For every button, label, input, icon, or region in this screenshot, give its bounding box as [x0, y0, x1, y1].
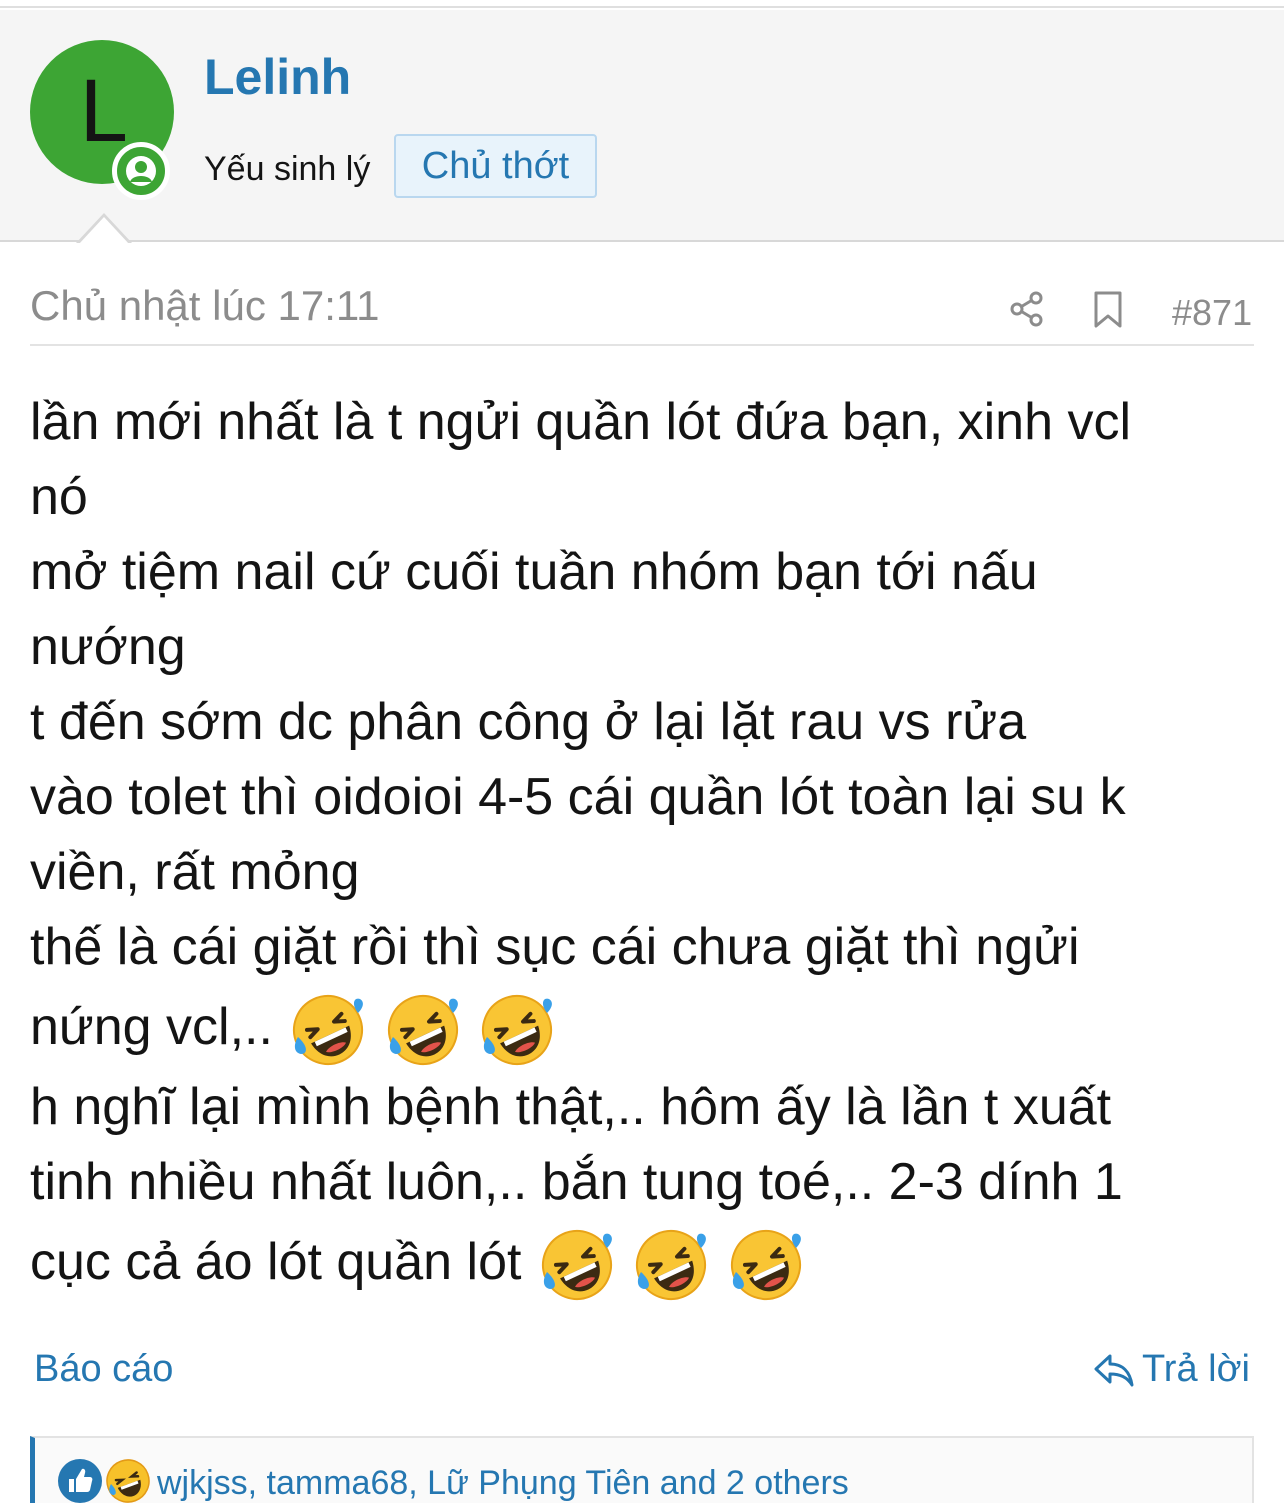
rolling-on-floor-laughing-icon	[387, 995, 458, 1066]
bookmark-icon[interactable]	[1092, 290, 1124, 330]
user-title: Yếu sinh lý	[204, 150, 371, 188]
message-line: mở tiệm nail cứ cuối tuần nhóm bạn tới n…	[30, 543, 1038, 601]
like-icon	[58, 1459, 102, 1503]
message-line: nó	[30, 468, 88, 526]
reply-icon[interactable]	[1092, 1348, 1136, 1392]
report-link[interactable]: Báo cáo	[34, 1348, 173, 1391]
rolling-on-floor-laughing-icon	[636, 1230, 707, 1301]
message-line-with-emoji: cục cả áo lót quần lót	[30, 1220, 1260, 1305]
share-icon[interactable]	[1008, 290, 1046, 328]
rolling-on-floor-laughing-icon	[541, 1230, 612, 1301]
post-meta-bar: Chủ nhật lúc 17:11 #871	[30, 280, 1254, 346]
message-line-text: nứng vcl,..	[30, 998, 273, 1056]
haha-icon	[106, 1459, 150, 1503]
post-message: lần mới nhất là t ngửi quần lót đứa bạn,…	[30, 385, 1260, 1305]
message-line: viền, rất mỏng	[30, 843, 360, 901]
message-line: h nghĩ lại mình bệnh thật,.. hôm ấy là l…	[30, 1078, 1112, 1136]
message-line-with-emoji: nứng vcl,..	[30, 985, 1260, 1070]
post-user-header: L Lelinh Yếu sinh lý Chủ thớt	[0, 10, 1284, 242]
username-link[interactable]: Lelinh	[204, 48, 351, 106]
rolling-on-floor-laughing-icon	[730, 1230, 801, 1301]
reactions-bar[interactable]: wjkjss, tamma68, Lữ Phụng Tiên and 2 oth…	[30, 1436, 1254, 1503]
message-line: tinh nhiều nhất luôn,.. bắn tung toé,.. …	[30, 1153, 1123, 1211]
post-number-link[interactable]: #871	[1172, 292, 1252, 334]
online-status-icon	[112, 142, 170, 200]
rolling-on-floor-laughing-icon	[293, 995, 364, 1066]
top-divider	[0, 0, 1284, 8]
thread-starter-badge: Chủ thớt	[394, 134, 597, 198]
message-line: thế là cái giặt rồi thì sục cái chưa giặ…	[30, 918, 1080, 976]
message-line: nướng	[30, 618, 186, 676]
reply-button[interactable]: Trả lời	[1142, 1348, 1250, 1391]
post-date-link[interactable]: Chủ nhật lúc 17:11	[30, 282, 379, 330]
message-line: lần mới nhất là t ngửi quần lót đứa bạn,…	[30, 393, 1132, 451]
reaction-users-link[interactable]: wjkjss, tamma68, Lữ Phụng Tiên and 2 oth…	[157, 1464, 849, 1503]
message-line: t đến sớm dc phân công ở lại lặt rau vs …	[30, 693, 1027, 751]
rolling-on-floor-laughing-icon	[482, 995, 553, 1066]
message-line-text: cục cả áo lót quần lót	[30, 1233, 522, 1291]
message-line: vào tolet thì oidoioi 4-5 cái quần lót t…	[30, 768, 1126, 826]
